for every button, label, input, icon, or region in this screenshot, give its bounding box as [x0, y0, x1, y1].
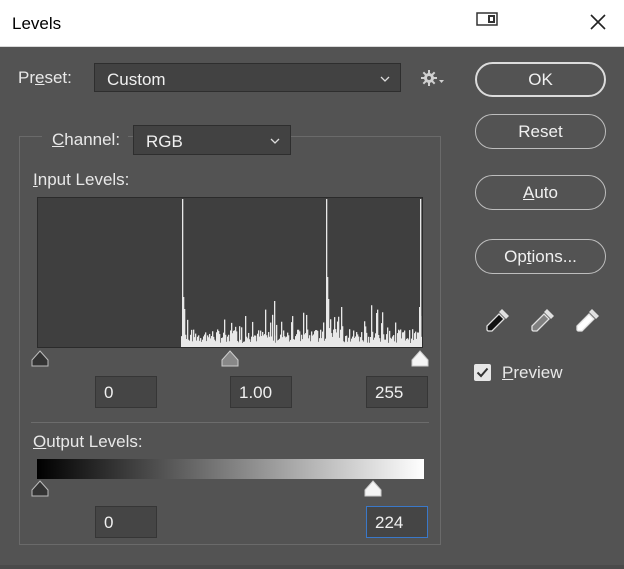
histogram-bar [419, 307, 421, 347]
histogram-plot [181, 199, 422, 347]
ok-button[interactable]: OK [475, 62, 606, 97]
preview-label[interactable]: Preview [502, 363, 562, 383]
output-white-field[interactable]: 224 [366, 506, 428, 538]
window-title: Levels [12, 14, 62, 33]
output-black-handle [31, 480, 49, 497]
preset-value: Custom [107, 70, 166, 89]
title-bar: Levels [0, 0, 624, 47]
gray-eyedropper-icon[interactable] [529, 306, 557, 334]
histogram [37, 197, 423, 348]
options-button[interactable]: Op t ions... [475, 239, 606, 274]
checkmark-icon [476, 367, 489, 378]
auto-button[interactable]: Auto [475, 175, 606, 210]
output-levels-label: Output Levels: [33, 432, 143, 451]
histogram-bar [376, 313, 378, 347]
white-point-handle [411, 350, 429, 367]
input-levels-label: Input Levels: [33, 170, 130, 189]
preview-checkbox[interactable] [474, 364, 491, 381]
histogram-bar [184, 309, 186, 347]
input-slider[interactable] [30, 348, 430, 370]
gear-icon[interactable] [420, 68, 446, 88]
preset-label: Preset: [18, 68, 72, 87]
chevron-down-icon [270, 138, 280, 144]
preset-dropdown[interactable]: Custom [94, 63, 401, 92]
channel-label: Channel: [52, 130, 121, 149]
reset-button[interactable]: Reset [475, 114, 606, 149]
histogram-bar [328, 299, 330, 347]
channel-dropdown[interactable]: RGB [133, 125, 291, 155]
input-gamma-field[interactable]: 1.00 [230, 376, 292, 408]
black-point-handle [31, 350, 49, 367]
window-mode-icon[interactable] [476, 12, 498, 26]
input-white-field[interactable]: 255 [366, 376, 428, 408]
close-icon[interactable] [588, 12, 608, 32]
histogram-bar [341, 307, 343, 347]
input-black-field[interactable]: 0 [95, 376, 157, 408]
gamma-handle [221, 350, 239, 367]
output-white-handle [364, 480, 382, 497]
white-eyedropper-icon[interactable] [574, 306, 602, 334]
channel-value: RGB [146, 132, 183, 151]
black-eyedropper-icon[interactable] [484, 306, 512, 334]
output-black-field[interactable]: 0 [95, 506, 157, 538]
divider [31, 422, 429, 423]
chevron-down-icon [380, 76, 390, 82]
histogram-bar [274, 301, 276, 347]
output-slider[interactable] [30, 478, 430, 500]
output-gradient-bar [37, 459, 424, 479]
